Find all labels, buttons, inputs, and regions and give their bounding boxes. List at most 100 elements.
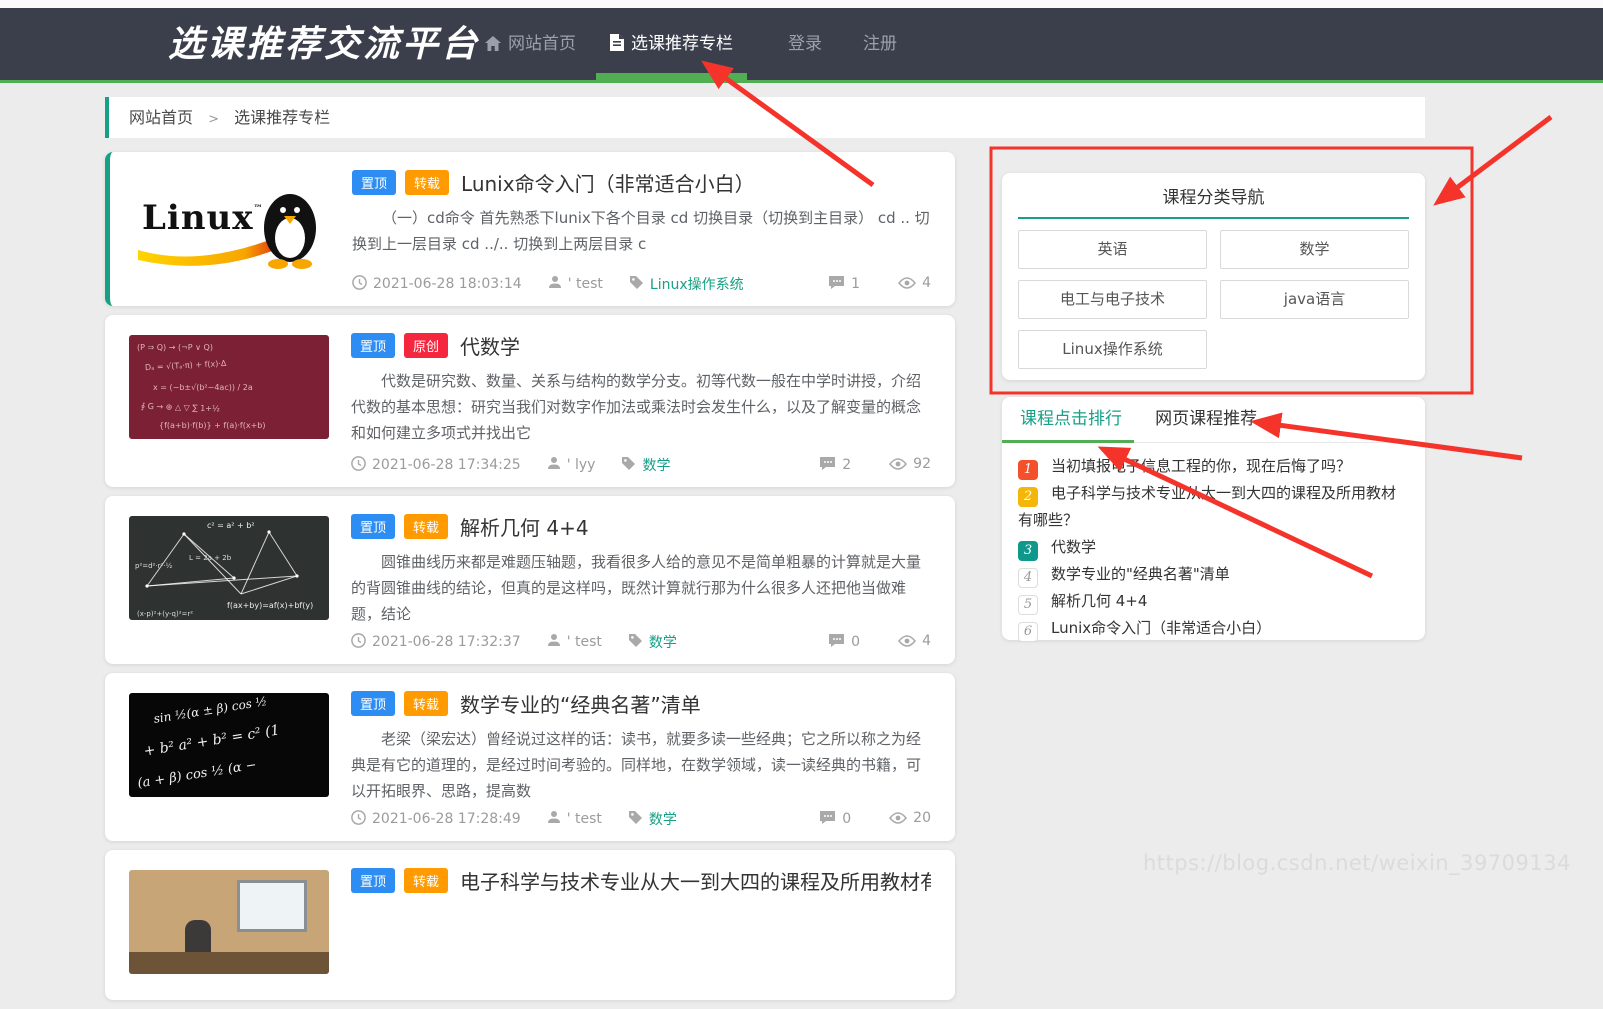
svg-text:(x-p)²+(y-q)²=r²: (x-p)²+(y-q)²=r² bbox=[137, 610, 193, 618]
nav-item-label: 网站首页 bbox=[508, 34, 576, 54]
view-count: 20 bbox=[889, 810, 931, 828]
ranking-item[interactable]: 1 当初填报电子信息工程的你，现在后悔了吗？ bbox=[1018, 453, 1409, 480]
annotation-arrow-category-panel bbox=[1433, 115, 1553, 206]
category-button-java[interactable]: java语言 bbox=[1220, 280, 1409, 319]
post-title[interactable]: 代数学 bbox=[460, 331, 520, 360]
home-icon bbox=[485, 10, 501, 82]
eye-icon bbox=[889, 812, 908, 828]
nav-item-label: 选课推荐专栏 bbox=[631, 34, 733, 54]
badge-pinned: 置顶 bbox=[351, 868, 396, 893]
category-button-english[interactable]: 英语 bbox=[1018, 230, 1207, 269]
post-tag-link[interactable]: 数学 bbox=[649, 809, 677, 829]
eye-icon bbox=[889, 458, 908, 474]
comment-icon bbox=[819, 810, 836, 829]
ranking-item-title: 解析几何 4+4 bbox=[1051, 591, 1148, 610]
comment-count: 1 bbox=[828, 275, 860, 294]
user-icon bbox=[548, 275, 562, 293]
user-icon bbox=[547, 810, 561, 828]
ranking-item[interactable]: 5 解析几何 4+4 bbox=[1018, 588, 1409, 615]
category-button-linux[interactable]: Linux操作系统 bbox=[1018, 330, 1207, 369]
tag-icon bbox=[621, 456, 636, 474]
ranking-item-title: Lunix命令入门（非常适合小白） bbox=[1051, 618, 1272, 637]
nav-item-course-column[interactable]: 选课推荐专栏 bbox=[596, 8, 747, 82]
post-author[interactable]: ' test bbox=[568, 276, 603, 292]
post-card[interactable]: sin ½(α ± β) cos ½ + b² a² + b² = c² (1 … bbox=[105, 673, 955, 841]
post-date: 2021-06-28 17:28:49 bbox=[372, 811, 521, 827]
nav-item-register[interactable]: 注册 bbox=[863, 8, 897, 80]
post-author[interactable]: ' test bbox=[567, 634, 602, 650]
document-icon bbox=[610, 10, 624, 82]
comment-count: 2 bbox=[819, 456, 851, 475]
comment-icon bbox=[819, 456, 836, 475]
tab-course-click-ranking[interactable]: 课程点击排行 bbox=[1002, 397, 1134, 443]
ranking-item[interactable]: 3 代数学 bbox=[1018, 534, 1409, 561]
ranking-list: 1 当初填报电子信息工程的你，现在后悔了吗？ 2 电子科学与技术专业从大一到大四的课… bbox=[1002, 443, 1425, 642]
post-title[interactable]: 电子科学与技术专业从大一到大四的课程及所用教材有哪 bbox=[460, 866, 931, 895]
ranking-item[interactable]: 2 电子科学与技术专业从大一到大四的课程及所用教材有哪些？ bbox=[1018, 480, 1409, 534]
comment-count: 0 bbox=[828, 633, 860, 652]
post-tag-link[interactable]: 数学 bbox=[642, 455, 670, 475]
badge-repost: 转载 bbox=[404, 514, 449, 539]
post-excerpt: 代数是研究数、数量、关系与结构的数学分支。初等代数一般在中学时讲授，介绍代数的基… bbox=[351, 372, 922, 442]
badge-pinned: 置顶 bbox=[351, 691, 396, 716]
tab-web-course-recommend[interactable]: 网页课程推荐 bbox=[1155, 397, 1257, 442]
geo-label: c² = a² + b² bbox=[207, 521, 255, 530]
ranking-item-title: 电子科学与技术专业从大一到大四的课程及所用教材有哪些？ bbox=[1018, 484, 1397, 529]
breadcrumb-separator: > bbox=[208, 112, 220, 127]
rank-badge: 1 bbox=[1018, 460, 1038, 480]
rank-badge: 6 bbox=[1018, 621, 1038, 642]
ranking-item-title: 代数学 bbox=[1051, 537, 1097, 556]
algebra-blackboard-image: (P ⇒ Q) → (¬P ∨ Q) Dₐ = √(Tₐ·π) + f(x)·Δ… bbox=[129, 335, 329, 439]
post-title[interactable]: 数学专业的“经典名著”清单 bbox=[460, 689, 701, 718]
category-nav-panel: 课程分类导航 英语 数学 电工与电子技术 java语言 Linux操作系统 bbox=[1002, 173, 1425, 380]
post-title[interactable]: 解析几何 4+4 bbox=[460, 512, 589, 541]
ranking-item[interactable]: 6 Lunix命令入门（非常适合小白） bbox=[1018, 615, 1409, 642]
nav-item-label: 登录 bbox=[788, 34, 822, 54]
nav-item-home[interactable]: 网站首页 bbox=[485, 8, 576, 80]
rank-badge: 2 bbox=[1018, 487, 1038, 507]
post-card[interactable]: (P ⇒ Q) → (¬P ∨ Q) Dₐ = √(Tₐ·π) + f(x)·Δ… bbox=[105, 315, 955, 487]
comment-count: 0 bbox=[819, 810, 851, 829]
comment-icon bbox=[828, 275, 845, 294]
tag-icon bbox=[628, 810, 643, 828]
classroom-photo-image bbox=[129, 870, 329, 974]
post-list: Linux™ 置顶 转载 Lunix命令入门（非常适合小白） （一）cd命令 首… bbox=[105, 152, 955, 1009]
linux-logo-image: Linux™ bbox=[130, 172, 330, 276]
tag-icon bbox=[629, 275, 644, 293]
ranking-panel: 课程点击排行 网页课程推荐 1 当初填报电子信息工程的你，现在后悔了吗？ 2 电子科… bbox=[1002, 397, 1425, 642]
post-title[interactable]: Lunix命令入门（非常适合小白） bbox=[461, 168, 755, 197]
badge-pinned: 置顶 bbox=[351, 514, 396, 539]
badge-repost: 转载 bbox=[404, 691, 449, 716]
post-card[interactable]: 置顶 转载 电子科学与技术专业从大一到大四的课程及所用教材有哪 bbox=[105, 850, 955, 1000]
eye-icon bbox=[898, 277, 917, 293]
site-logo[interactable]: 选课推荐交流平台 bbox=[168, 8, 480, 80]
post-card[interactable]: c² = a² + b² L = 2a + 2b f(ax+by)=af(x)+… bbox=[105, 496, 955, 664]
badge-repost: 转载 bbox=[405, 170, 450, 195]
post-excerpt: 老梁（梁宏达）曾经说过这样的话：读书，就要多读一些经典；它之所以称之为经典是有它… bbox=[351, 730, 922, 800]
nav-item-label: 注册 bbox=[863, 34, 897, 54]
post-excerpt: 圆锥曲线历来都是难题压轴题，我看很多人给的意见不是简单粗暴的计算就是大量的背圆锥… bbox=[351, 553, 922, 623]
post-tag-link[interactable]: Linux操作系统 bbox=[650, 274, 744, 294]
view-count: 4 bbox=[898, 275, 931, 293]
post-author[interactable]: ' lyy bbox=[567, 457, 596, 473]
ranking-item-title: 当初填报电子信息工程的你，现在后悔了吗？ bbox=[1051, 457, 1352, 475]
ranking-item[interactable]: 4 数学专业的"经典名著"清单 bbox=[1018, 561, 1409, 588]
nav-item-login[interactable]: 登录 bbox=[788, 8, 822, 80]
post-date: 2021-06-28 17:32:37 bbox=[372, 634, 521, 650]
post-card[interactable]: Linux™ 置顶 转载 Lunix命令入门（非常适合小白） （一）cd命令 首… bbox=[105, 152, 955, 306]
badge-original: 原创 bbox=[404, 333, 449, 358]
tag-icon bbox=[628, 633, 643, 651]
svg-text:L = 2a + 2b: L = 2a + 2b bbox=[189, 554, 232, 562]
trig-formulas-image: sin ½(α ± β) cos ½ + b² a² + b² = c² (1 … bbox=[129, 693, 329, 797]
clock-icon bbox=[351, 632, 366, 652]
category-button-electrical[interactable]: 电工与电子技术 bbox=[1018, 280, 1207, 319]
clock-icon bbox=[351, 809, 366, 829]
post-author[interactable]: ' test bbox=[567, 811, 602, 827]
breadcrumb: 网站首页 > 选课推荐专栏 bbox=[105, 97, 1425, 138]
breadcrumb-current: 选课推荐专栏 bbox=[234, 108, 331, 127]
badge-pinned: 置顶 bbox=[351, 333, 396, 358]
category-button-math[interactable]: 数学 bbox=[1220, 230, 1409, 269]
breadcrumb-home-link[interactable]: 网站首页 bbox=[129, 108, 193, 127]
view-count: 92 bbox=[889, 456, 931, 474]
post-tag-link[interactable]: 数学 bbox=[649, 632, 677, 652]
